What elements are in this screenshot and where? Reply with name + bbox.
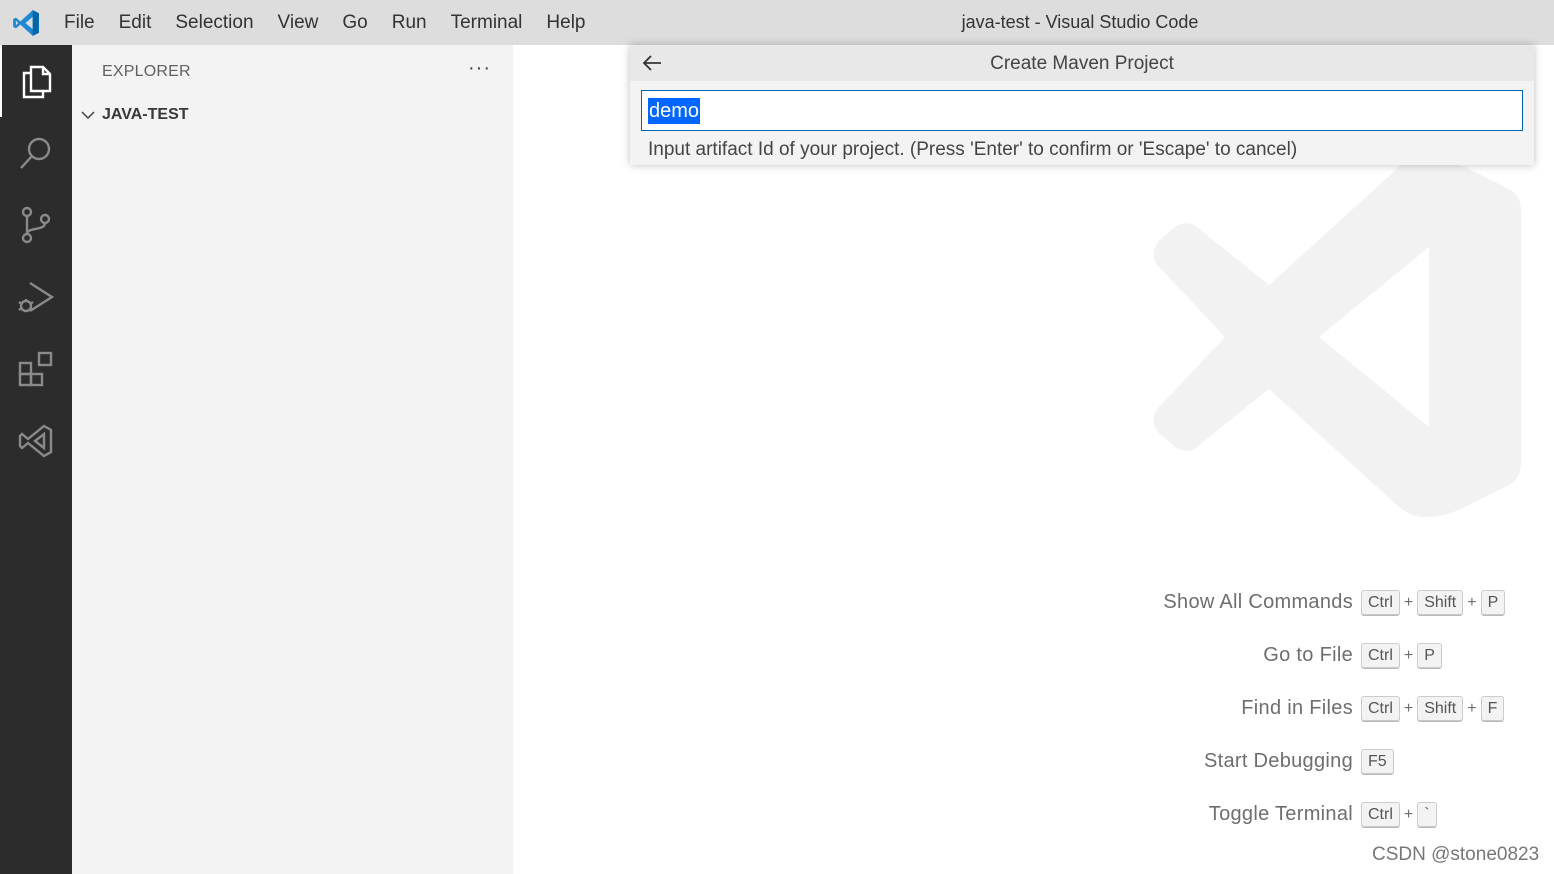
keybinding-key: Shift bbox=[1417, 696, 1464, 722]
shortcut-keys: F5 bbox=[1361, 747, 1394, 777]
back-arrow-icon[interactable] bbox=[640, 51, 664, 75]
editor-area: Show All Commands Ctrl + Shift + P Go to… bbox=[513, 45, 1554, 874]
artifact-id-input[interactable]: demo bbox=[641, 90, 1523, 131]
activity-extensions[interactable] bbox=[0, 333, 72, 405]
menu-edit[interactable]: Edit bbox=[107, 0, 164, 45]
activity-run-debug[interactable] bbox=[0, 261, 72, 333]
shortcut-label: Start Debugging bbox=[1203, 750, 1353, 772]
shortcut-label: Find in Files bbox=[1241, 697, 1353, 719]
shortcut-row: Show All Commands Ctrl + Shift + P bbox=[1073, 588, 1553, 618]
key-separator: + bbox=[1467, 594, 1477, 611]
folder-row[interactable]: JAVA-TEST bbox=[72, 101, 513, 129]
vscode-watermark-icon bbox=[1153, 157, 1521, 517]
keybinding-key: Ctrl bbox=[1361, 643, 1400, 669]
activity-search[interactable] bbox=[0, 117, 72, 189]
csdn-watermark: CSDN @stone0823 bbox=[1372, 844, 1540, 865]
activity-source-control[interactable] bbox=[0, 189, 72, 261]
key-separator: + bbox=[1467, 700, 1477, 717]
extensions-icon bbox=[18, 351, 53, 387]
keybinding-key: Ctrl bbox=[1361, 802, 1400, 828]
artifact-id-value[interactable]: demo bbox=[648, 97, 701, 124]
menu-bar: File Edit Selection View Go Run Terminal… bbox=[52, 0, 598, 45]
keybinding-key: P bbox=[1417, 643, 1442, 669]
search-icon bbox=[20, 137, 51, 169]
activity-explorer[interactable] bbox=[0, 45, 72, 117]
keybinding-key: Ctrl bbox=[1361, 590, 1400, 616]
shortcut-keys: Ctrl + P bbox=[1361, 641, 1442, 671]
keybinding-key: F5 bbox=[1361, 749, 1394, 775]
keybinding-key: ` bbox=[1417, 802, 1437, 828]
shortcut-label: Toggle Terminal bbox=[1208, 803, 1353, 825]
key-separator: + bbox=[1403, 806, 1414, 823]
chevron-down-icon bbox=[81, 111, 95, 120]
keybinding-key: Ctrl bbox=[1361, 696, 1400, 722]
window-title: java-test - Visual Studio Code bbox=[961, 12, 1199, 32]
menu-help[interactable]: Help bbox=[534, 0, 597, 45]
menu-go[interactable]: Go bbox=[330, 0, 379, 45]
menu-run[interactable]: Run bbox=[380, 0, 439, 45]
more-actions-icon[interactable]: ··· bbox=[468, 57, 491, 80]
key-separator: + bbox=[1403, 594, 1414, 611]
quick-input-header: Create Maven Project bbox=[630, 45, 1534, 81]
title-bar: File Edit Selection View Go Run Terminal… bbox=[0, 0, 1554, 45]
explorer-icon bbox=[22, 65, 52, 99]
shortcut-label: Go to File bbox=[1263, 644, 1353, 666]
key-separator: + bbox=[1403, 647, 1414, 664]
sidebar-explorer: EXPLORER ··· JAVA-TEST bbox=[72, 45, 513, 874]
shortcut-label: Show All Commands bbox=[1163, 591, 1353, 613]
shortcut-keys: Ctrl + Shift + P bbox=[1361, 588, 1506, 618]
shortcut-keys: Ctrl + Shift + F bbox=[1361, 694, 1505, 724]
shortcut-row: Start Debugging F5 bbox=[1073, 747, 1553, 777]
activity-remote[interactable] bbox=[0, 405, 72, 477]
shortcut-keys: Ctrl + ` bbox=[1361, 800, 1437, 830]
quick-input-widget: Create Maven Project demo Input artifact… bbox=[630, 45, 1534, 165]
shortcut-row: Toggle Terminal Ctrl + ` bbox=[1073, 800, 1553, 830]
vscode-logo-icon[interactable] bbox=[12, 9, 40, 37]
folder-name: JAVA-TEST bbox=[102, 106, 189, 123]
quick-input-title: Create Maven Project bbox=[990, 53, 1174, 74]
menu-selection[interactable]: Selection bbox=[163, 0, 265, 45]
activity-bar bbox=[0, 45, 72, 874]
quick-input-message: Input artifact Id of your project. (Pres… bbox=[648, 139, 1298, 160]
keybinding-key: P bbox=[1480, 590, 1506, 616]
shortcut-row: Go to File Ctrl + P bbox=[1073, 641, 1553, 671]
sidebar-title: EXPLORER bbox=[102, 63, 191, 80]
menu-file[interactable]: File bbox=[52, 0, 107, 45]
keybinding-key: F bbox=[1480, 696, 1505, 722]
source-control-icon bbox=[21, 206, 51, 244]
run-debug-icon bbox=[18, 281, 55, 313]
key-separator: + bbox=[1403, 700, 1414, 717]
keybinding-key: Shift bbox=[1417, 590, 1464, 616]
menu-view[interactable]: View bbox=[266, 0, 331, 45]
menu-terminal[interactable]: Terminal bbox=[439, 0, 535, 45]
shortcut-row: Find in Files Ctrl + Shift + F bbox=[1073, 694, 1553, 724]
remote-explorer-icon bbox=[18, 424, 53, 458]
